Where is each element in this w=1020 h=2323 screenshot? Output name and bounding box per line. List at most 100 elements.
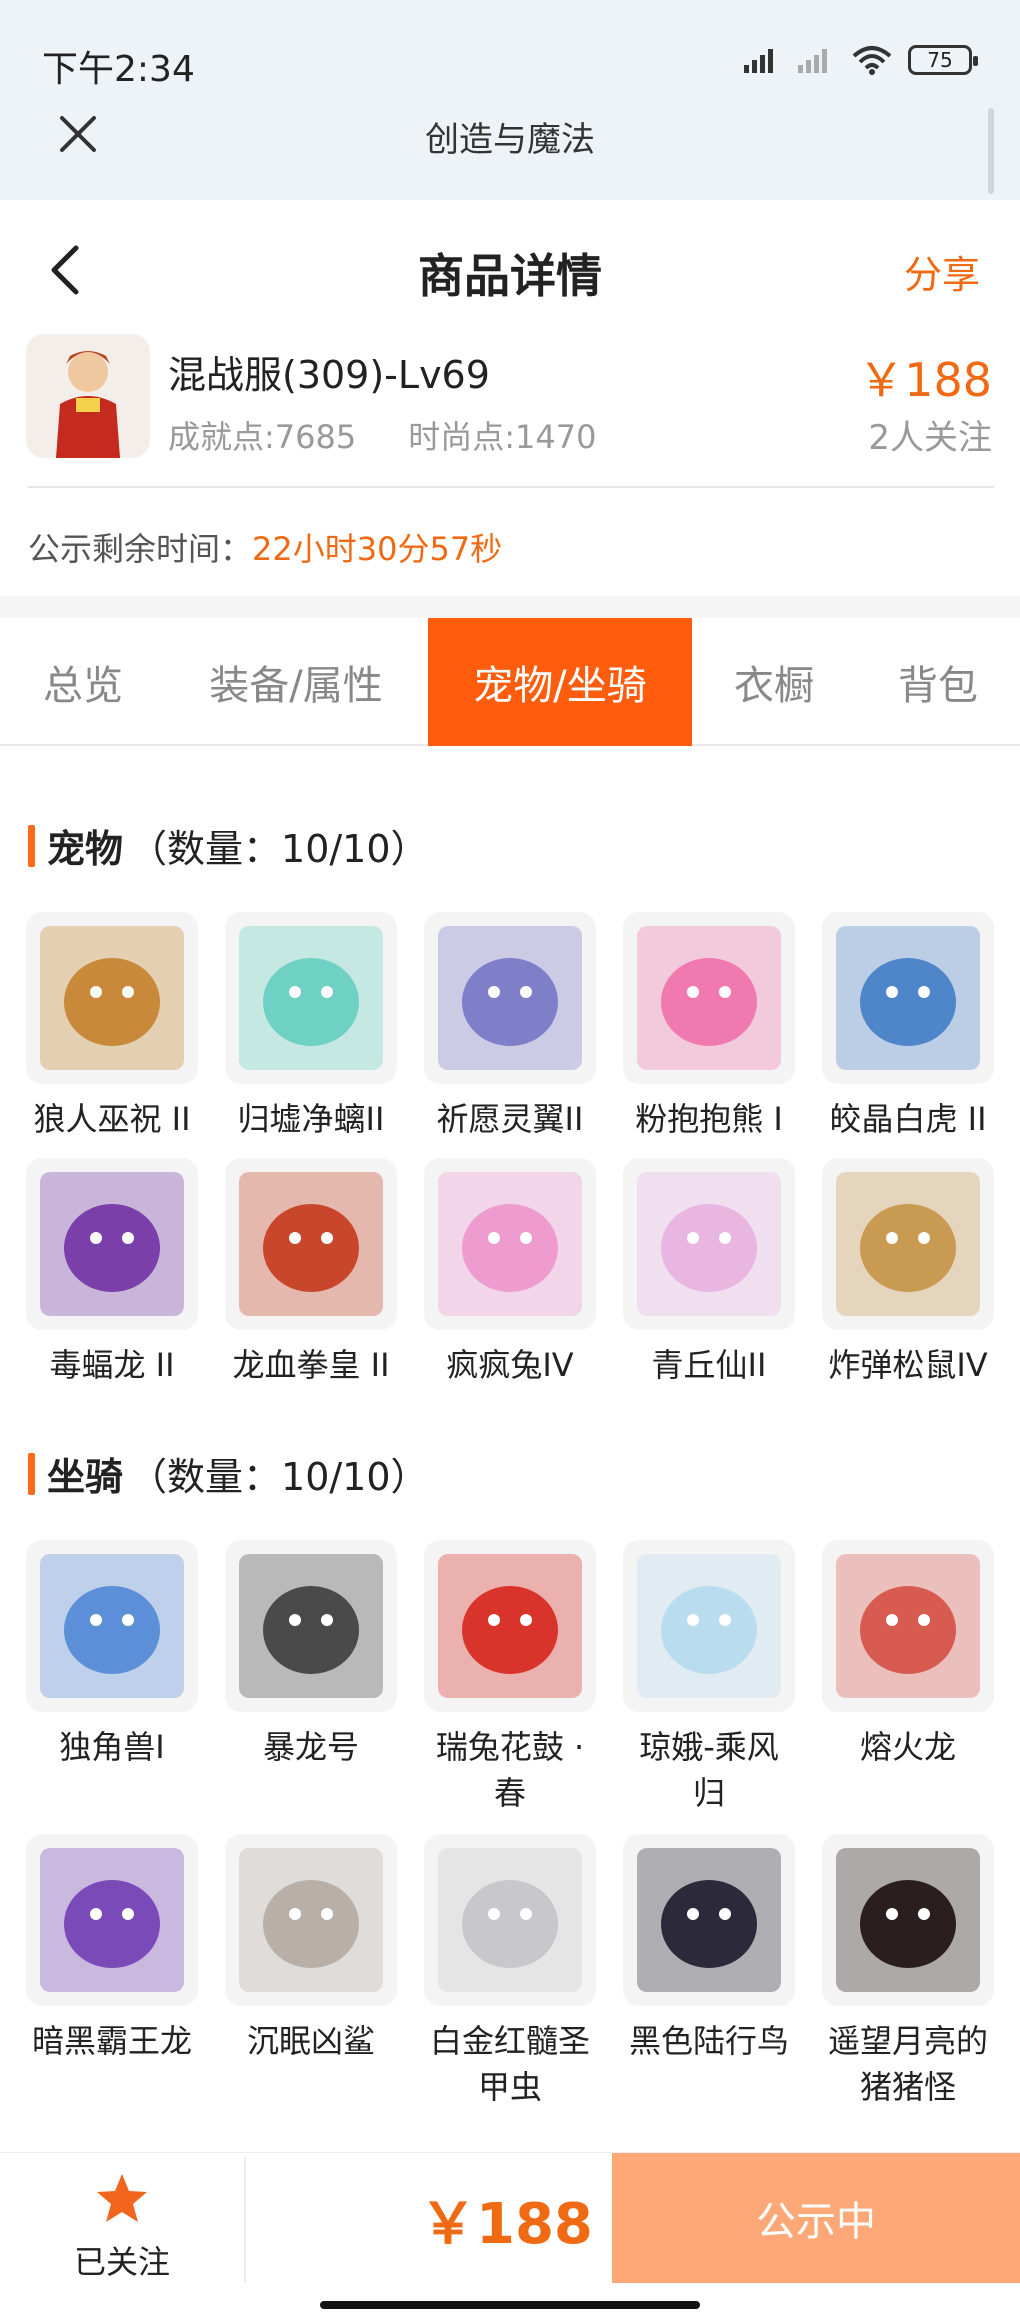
character-avatar: [26, 334, 150, 458]
product-name: 混战服(309)-Lv69: [168, 353, 490, 397]
mount-item[interactable]: 暗黑霸王龙: [26, 1834, 198, 2064]
mount-item[interactable]: 独角兽I: [26, 1540, 198, 1770]
bottom-price: ￥188: [420, 2192, 593, 2257]
product-summary: 混战服(309)-Lv69 成就点:7685 时尚点:1470 ￥188 2人关注: [0, 330, 1020, 490]
mount-name: 瑞兔花鼓 · 春: [435, 1728, 585, 1812]
squirrel-pet-icon: [836, 1172, 980, 1316]
battery-icon: 75: [908, 45, 978, 75]
pet-name: 青丘仙II: [651, 1346, 767, 1384]
pet-thumbnail: [822, 1158, 994, 1330]
pet-item[interactable]: 炸弹松鼠IV: [822, 1158, 994, 1388]
rabbit-pet-icon: [438, 1172, 582, 1316]
mount-item[interactable]: 熔火龙: [822, 1540, 994, 1770]
bat-dragon-pet-icon: [40, 1172, 184, 1316]
share-button[interactable]: 分享: [904, 244, 980, 299]
detail-tabs: 总览 装备/属性 宠物/坐骑 衣橱 背包: [0, 618, 1020, 746]
page-header: 商品详情 分享: [0, 200, 1020, 340]
pet-name: 归墟净螭II: [237, 1100, 385, 1138]
product-meta: 成就点:7685 时尚点:1470: [168, 412, 596, 458]
mount-item[interactable]: 沉眠凶鲨: [225, 1834, 397, 2064]
tab-pets-mounts[interactable]: 宠物/坐骑: [428, 618, 692, 746]
mount-name: 熔火龙: [859, 1728, 956, 1766]
signal-weak-icon: [798, 49, 827, 73]
pet-thumbnail: [26, 1158, 198, 1330]
section-accent: [28, 1452, 35, 1495]
black-bird-mount-icon: [637, 1848, 781, 1992]
pet-item[interactable]: 青丘仙II: [623, 1158, 795, 1388]
fairy-mount-icon: [637, 1554, 781, 1698]
mount-thumbnail: [424, 1540, 596, 1712]
pet-thumbnail: [424, 912, 596, 1084]
star-icon: [97, 2174, 147, 2222]
fire-dragon-mount-icon: [836, 1554, 980, 1698]
pet-name: 皎晶白虎 II: [829, 1100, 987, 1138]
mech-dinosaur-mount-icon: [239, 1554, 383, 1698]
publicity-countdown: 公示剩余时间：22小时30分57秒: [28, 524, 502, 570]
pet-item[interactable]: 毒蝠龙 II: [26, 1158, 198, 1388]
system-status-bar: 下午2:34 75 创造与魔法: [0, 0, 1020, 200]
pet-item[interactable]: 粉抱抱熊 I: [623, 912, 795, 1142]
pet-item[interactable]: 疯疯兔IV: [424, 1158, 596, 1388]
countdown-label: 公示剩余时间：: [28, 530, 253, 568]
water-dragon-pet-icon: [239, 926, 383, 1070]
character-portrait-icon: [26, 334, 150, 458]
mount-item[interactable]: 白金红髓圣甲虫: [424, 1834, 596, 2110]
tab-overview[interactable]: 总览: [0, 618, 166, 746]
mount-item[interactable]: 暴龙号: [225, 1540, 397, 1770]
mount-item[interactable]: 琼娥-乘风归: [623, 1540, 795, 1816]
pet-name: 疯疯兔IV: [446, 1346, 574, 1384]
pet-name: 龙血拳皇 II: [232, 1346, 390, 1384]
mount-name: 白金红髓圣甲虫: [430, 2022, 591, 2106]
home-indicator[interactable]: [320, 2301, 700, 2309]
mount-item[interactable]: 瑞兔花鼓 · 春: [424, 1540, 596, 1816]
pet-item[interactable]: 祈愿灵翼II: [424, 912, 596, 1142]
mounts-section-title: 坐骑 （数量：10/10）: [28, 1446, 429, 1501]
follower-count: 2人关注: [868, 418, 992, 458]
pet-name: 毒蝠龙 II: [49, 1346, 175, 1384]
fashion-points: 时尚点:1470: [408, 418, 597, 456]
follow-label: 已关注: [73, 2243, 170, 2281]
drum-mount-icon: [438, 1554, 582, 1698]
mount-thumbnail: [225, 1540, 397, 1712]
pet-thumbnail: [623, 1158, 795, 1330]
publicity-status-button[interactable]: 公示中: [612, 2153, 1020, 2283]
white-tiger-pet-icon: [836, 926, 980, 1070]
tab-backpack[interactable]: 背包: [856, 618, 1020, 746]
bottom-action-bar: 已关注 ￥188 公示中: [0, 2152, 1020, 2323]
mount-thumbnail: [822, 1834, 994, 2006]
pet-thumbnail: [26, 912, 198, 1084]
pet-item[interactable]: 龙血拳皇 II: [225, 1158, 397, 1388]
app-title: 创造与魔法: [425, 120, 595, 160]
achievement-points: 成就点:7685: [168, 418, 357, 456]
section-separator: [0, 596, 1020, 618]
status-time: 下午2:34: [42, 49, 195, 90]
fox-fairy-pet-icon: [637, 1172, 781, 1316]
pet-item[interactable]: 归墟净螭II: [225, 912, 397, 1142]
pets-count: （数量：10/10）: [129, 827, 429, 871]
wolf-shaman-pet-icon: [40, 926, 184, 1070]
divider: [28, 486, 994, 488]
pet-item[interactable]: 皎晶白虎 II: [822, 912, 994, 1142]
unicorn-mount-icon: [40, 1554, 184, 1698]
pets-section-title: 宠物 （数量：10/10）: [28, 818, 429, 873]
pets-title: 宠物: [47, 827, 124, 871]
pet-thumbnail: [225, 1158, 397, 1330]
scrollbar[interactable]: [988, 108, 994, 194]
product-price: ￥188: [858, 353, 992, 407]
beetle-mount-icon: [438, 1848, 582, 1992]
tab-wardrobe[interactable]: 衣橱: [692, 618, 856, 746]
tab-equipment[interactable]: 装备/属性: [166, 618, 426, 746]
mount-item[interactable]: 遥望月亮的猪猪怪: [822, 1834, 994, 2110]
bird-pet-icon: [438, 926, 582, 1070]
pet-name: 炸弹松鼠IV: [828, 1346, 988, 1384]
section-accent: [28, 824, 35, 867]
pet-thumbnail: [424, 1158, 596, 1330]
divider: [244, 2157, 246, 2283]
pig-monster-mount-icon: [836, 1848, 980, 1992]
mount-thumbnail: [26, 1834, 198, 2006]
mount-item[interactable]: 黑色陆行鸟: [623, 1834, 795, 2064]
follow-button[interactable]: 已关注: [0, 2153, 244, 2287]
pet-item[interactable]: 狼人巫祝 II: [26, 912, 198, 1142]
pet-thumbnail: [623, 912, 795, 1084]
mount-name: 琼娥-乘风归: [639, 1728, 779, 1812]
